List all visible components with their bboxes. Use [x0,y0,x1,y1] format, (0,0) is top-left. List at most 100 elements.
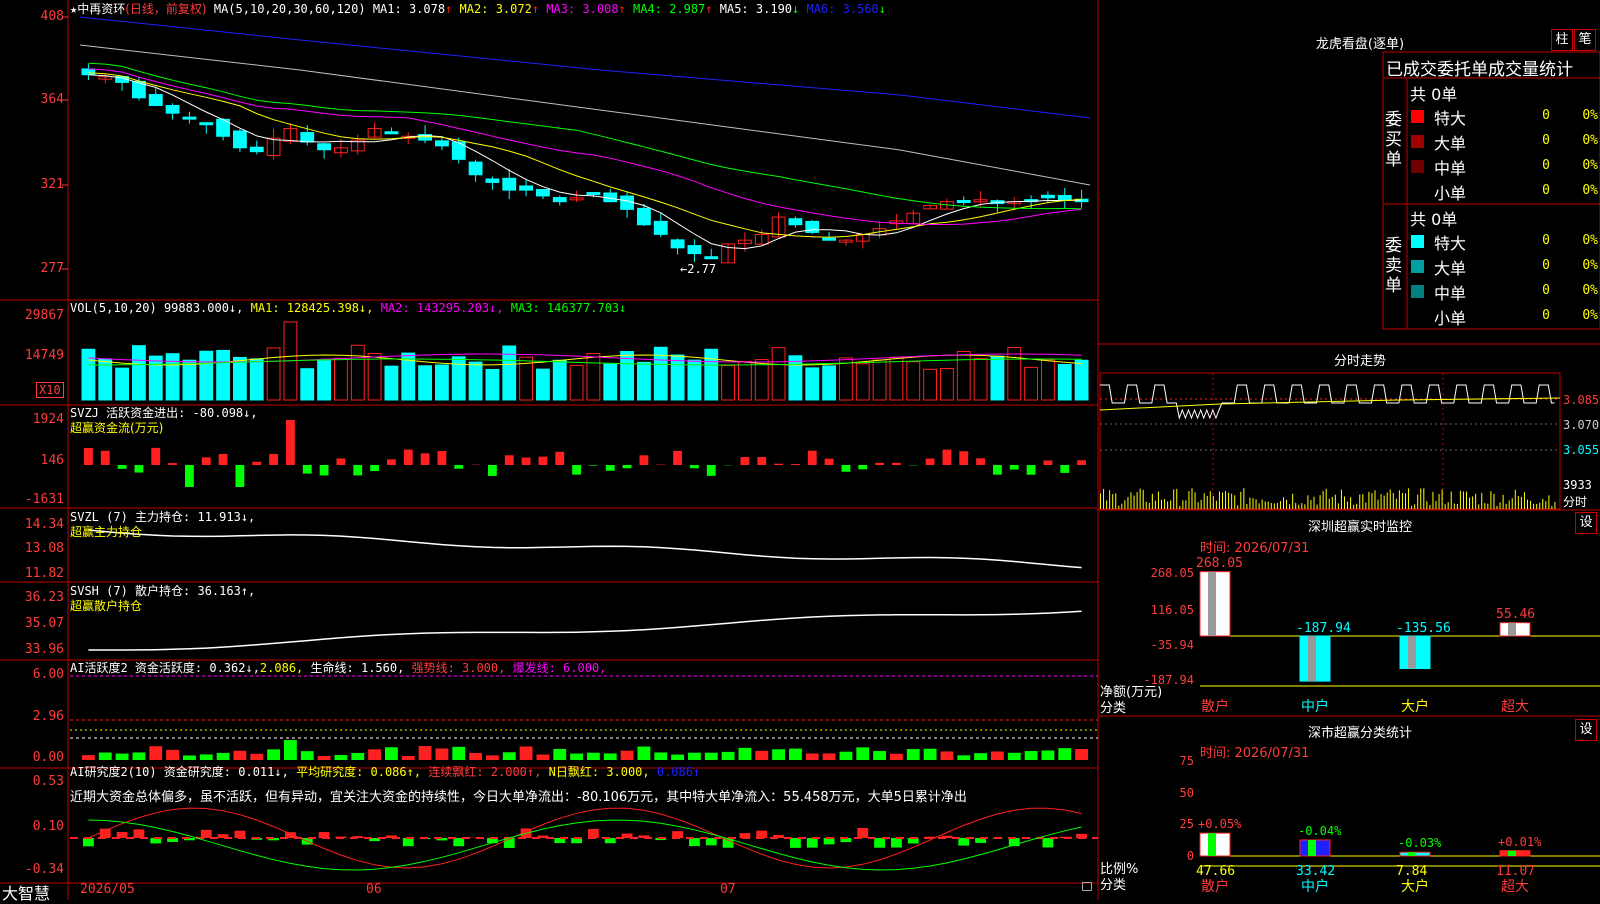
ai-research-bar [857,828,868,838]
intraday-vol-bar [1396,499,1397,509]
intraday-vol-bar [1198,502,1199,509]
intraday-vol-bar [1387,492,1388,509]
ma5-line [80,45,1090,185]
intraday-vol-bar [1500,502,1501,509]
chart-mode[interactable]: (日线，前复权) [125,2,206,16]
brand-logo: 大智慧 [2,880,50,904]
intraday-vol-bar [1536,504,1537,509]
intraday-vol-bar [1112,494,1113,509]
ai-active-bar [755,751,768,760]
intraday-vol-bar [1301,503,1302,509]
intraday-vol-bar [1548,495,1549,509]
intraday-vol-bar [1436,501,1437,509]
volume-bar [806,368,819,400]
intraday-vol-bar [1289,504,1290,509]
ai-active-bar [200,754,213,760]
svzl-line [88,530,1081,568]
ai-active-bar [402,756,415,760]
candle-body [587,193,600,195]
stock-name[interactable]: 中再资环 [77,2,125,16]
svzj-bar [303,465,312,474]
intraday-vol-bar [1420,488,1421,509]
intraday-vol-bar [1188,491,1189,509]
intraday-price-2: 3.070 [1563,418,1599,432]
ai-active-header: AI活跃度2 资金活跃度: 0.362↓,2.086, 生命线: 1.560, … [70,661,606,675]
volume-bar [318,361,331,400]
sz_class-category-label: 大户 [1401,876,1429,896]
intraday-vol-bar [1359,495,1360,509]
sz-class-settings-button[interactable]: 设 [1575,719,1597,741]
ai-research-bar [235,831,246,838]
buy-row-percent: 0% [1566,133,1598,148]
volume-bar [570,365,583,400]
intraday-vol-bar [1192,488,1193,509]
svzl-note: 超赢主力持仓 [70,525,142,539]
intraday-vol-bar [1475,494,1476,509]
candle-body [469,162,482,175]
vol-ma1: MA1: 128425.398↓, [251,301,374,315]
intraday-vol-bar [1134,496,1135,509]
svzj-bar [118,465,127,469]
volume-bar [301,369,314,400]
sz-monitor-cat-label: 分类 [1100,697,1126,716]
intraday-vol-bar [1439,494,1440,509]
candle-body [301,133,314,142]
volume-bar [368,354,381,400]
ai-active-bar [250,754,263,760]
ai-research-bar [201,830,212,838]
intraday-vol-bar [1341,490,1342,509]
intraday-vol-bar [1307,495,1308,509]
lock-icon[interactable] [1082,882,1092,891]
buy-row-percent: 0% [1566,158,1598,173]
tick-mode-button[interactable]: 笔 [1574,29,1596,51]
ai-active-bar [133,752,146,760]
buy-row-count: 0 [1520,133,1550,148]
buy-row-percent: 0% [1566,183,1598,198]
intraday-vol-bar [1277,503,1278,509]
ai-research-ytick-3: -0.34 [2,863,64,877]
svzj-bar [1077,460,1086,465]
intraday-vol-bar [1201,500,1202,509]
sz_class-change-label: -0.04% [1298,824,1341,838]
buy-row-label: 大单 [1434,130,1466,154]
sell-row-percent: 0% [1566,233,1598,248]
ai-active-bar [452,747,465,760]
volume-unit-badge[interactable]: X10 [36,382,64,398]
ai-research-bar [672,831,683,838]
intraday-vol-bar [1131,492,1132,509]
intraday-vol-unit: 分时 [1563,493,1587,510]
ai-research-bar [1043,838,1054,847]
sell-row-label: 中单 [1434,280,1466,304]
ai-research-bar [588,829,599,838]
svzj-bar [1044,460,1053,465]
candle-body [318,144,331,150]
ai-research-series [83,828,1087,848]
sz_class-category-label: 超大 [1501,876,1529,896]
sz_class-bar-highlight [1308,840,1316,856]
buy-legend-swatch [1411,160,1424,173]
intraday-vol-bar [1213,496,1214,509]
intraday-vol-bar [1454,504,1455,509]
svzj-bar [757,457,766,465]
ai-active-bar [99,753,112,760]
intraday-vol-bar [1554,502,1555,509]
intraday-vol-bar [1158,492,1159,509]
vol-ma3: MA3: 146377.703↓ [511,301,627,315]
ai-active-bar [974,753,987,760]
sz_class-bar-highlight [1208,833,1216,856]
ma2-line [88,73,1081,238]
intraday-vol-bar [1338,503,1339,509]
candle-body [654,221,667,234]
volume-bar [217,350,230,400]
svzj-bar [135,465,144,473]
sz-monitor-settings-button[interactable]: 设 [1575,512,1597,534]
svzj-bar [505,455,514,465]
sz_monitor-bar-highlight [1408,636,1416,669]
sz-monitor-ytick-1: 268.05 [1120,566,1194,580]
ai-research-commentary: 近期大资金总体偏多，虽不活跃，但有异动，宜关注大资金的持续性，今日大单净流出：-… [70,786,1098,805]
bar-mode-button[interactable]: 柱 [1551,29,1573,51]
intraday-vol-bar [1542,499,1543,509]
svzj-bar [976,458,985,465]
volume-bar [772,348,785,400]
buy-legend-swatch [1411,185,1424,198]
